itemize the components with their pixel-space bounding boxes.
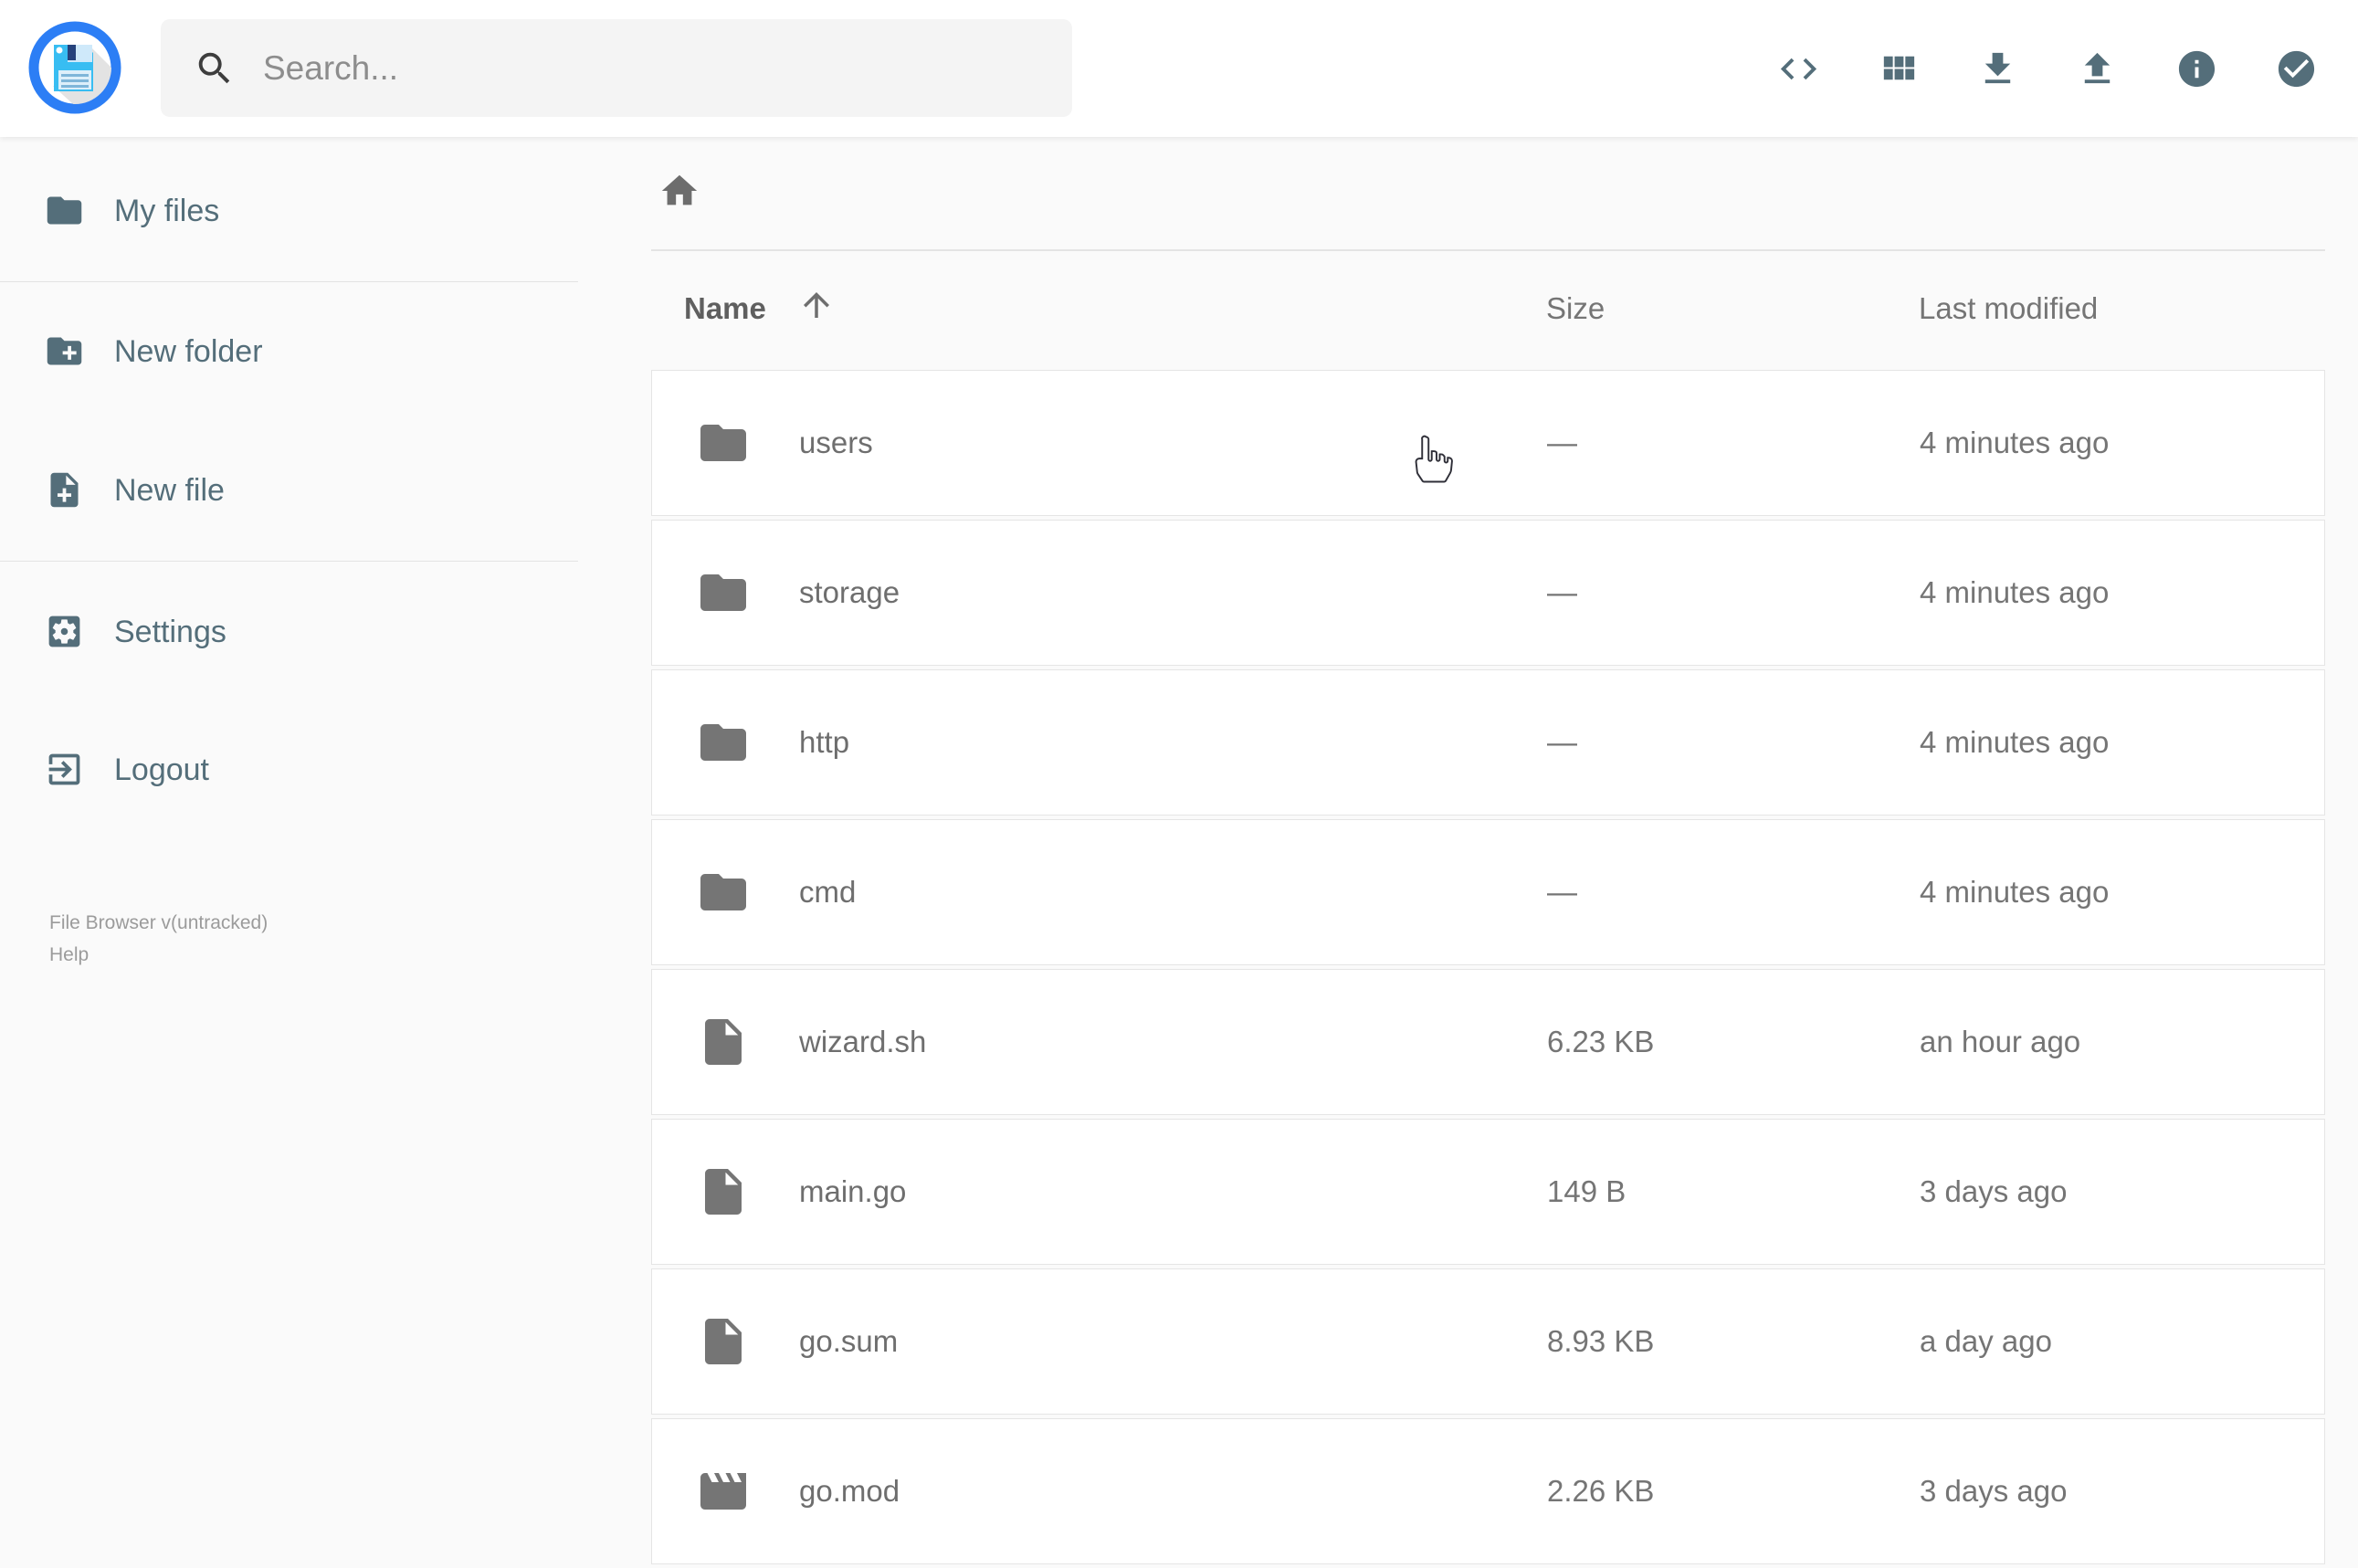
floppy-disk-logo[interactable] [27, 20, 122, 115]
column-header-size[interactable]: Size [1546, 291, 1605, 326]
file-modified: 4 minutes ago [1920, 875, 2110, 909]
movie-icon [696, 1464, 751, 1519]
search-icon [198, 52, 230, 83]
sidebar-item-settings[interactable]: Settings [0, 603, 578, 661]
file-browser-app: { "colors": { "accent_blue": "#2c7ef5", … [0, 0, 2358, 1564]
file-name: users [799, 426, 873, 459]
download-icon[interactable] [1976, 47, 2019, 90]
sidebar-item-label: My files [114, 194, 220, 228]
search-placeholder: Search... [263, 48, 399, 87]
column-header-name[interactable]: Name [684, 291, 766, 326]
folder-icon [47, 196, 82, 225]
file-name: go.mod [799, 1474, 900, 1508]
table-row-go.sum[interactable]: go.sum 8.93 KB a day ago [651, 1268, 2325, 1415]
table-row-storage[interactable]: storage — 4 minutes ago [651, 520, 2325, 666]
file-modified: 4 minutes ago [1920, 426, 2110, 459]
file-size: — [1547, 426, 1577, 459]
folder-icon [696, 715, 751, 770]
new-folder-icon [47, 337, 82, 365]
table-row-cmd[interactable]: cmd — 4 minutes ago [651, 819, 2325, 965]
file-modified: 4 minutes ago [1920, 575, 2110, 609]
table-row-main.go[interactable]: main.go 149 B 3 days ago [651, 1119, 2325, 1265]
file-icon [696, 1314, 751, 1369]
sidebar-item-my-files[interactable]: My files [0, 182, 578, 240]
sidebar-item-label: New folder [114, 334, 263, 369]
sidebar-divider [0, 281, 578, 282]
file-modified: 3 days ago [1920, 1474, 2068, 1508]
sidebar-item-label: New file [114, 473, 225, 508]
table-row-wizard.sh[interactable]: wizard.sh 6.23 KB an hour ago [651, 969, 2325, 1115]
folder-icon [696, 865, 751, 920]
file-name: cmd [799, 875, 857, 909]
sidebar-item-logout[interactable]: Logout [0, 741, 578, 799]
file-size: 6.23 KB [1547, 1025, 1655, 1058]
table-row-http[interactable]: http — 4 minutes ago [651, 669, 2325, 816]
file-modified: 3 days ago [1920, 1174, 2068, 1208]
file-size: 2.26 KB [1547, 1474, 1655, 1508]
file-size: — [1547, 875, 1577, 909]
table-row-go.mod[interactable]: go.mod 2.26 KB 3 days ago [651, 1418, 2325, 1564]
file-size: — [1547, 575, 1577, 609]
code-icon[interactable] [1777, 47, 1820, 90]
folder-icon [696, 416, 751, 470]
check-circle-icon[interactable] [2275, 47, 2318, 90]
upload-icon[interactable] [2076, 47, 2119, 90]
folder-icon [696, 565, 751, 620]
file-icon [696, 1164, 751, 1219]
home-icon[interactable] [658, 170, 700, 212]
file-icon [696, 1015, 751, 1069]
grid-view-icon[interactable] [1877, 47, 1920, 90]
new-file-icon [50, 472, 79, 508]
sort-ascending-icon[interactable] [797, 286, 836, 324]
file-name: http [799, 725, 850, 759]
file-name: go.sum [799, 1324, 899, 1358]
file-modified: 4 minutes ago [1920, 725, 2110, 759]
search-input[interactable]: Search... [161, 19, 1072, 117]
sidebar-item-new-folder[interactable]: New folder [0, 322, 578, 381]
file-name: main.go [799, 1174, 907, 1208]
file-size: — [1547, 725, 1577, 759]
logout-icon [48, 753, 80, 785]
file-name: storage [799, 575, 900, 609]
sidebar-item-new-file[interactable]: New file [0, 461, 578, 520]
sidebar-item-label: Settings [114, 615, 226, 649]
toolbar-actions [1777, 0, 2318, 137]
file-size: 149 B [1547, 1174, 1626, 1208]
table-header: Name Size Last modified [651, 249, 2325, 370]
file-modified: an hour ago [1920, 1025, 2081, 1058]
sidebar-footer: File Browser v(untracked) Help [49, 907, 268, 971]
sidebar: My files New folder New file Settings Lo… [0, 137, 578, 1516]
column-header-modified[interactable]: Last modified [1919, 291, 2098, 326]
table-row-users[interactable]: users — 4 minutes ago [651, 370, 2325, 516]
settings-icon [48, 616, 80, 647]
file-size: 8.93 KB [1547, 1324, 1655, 1358]
file-listing-area: Name Size Last modified users — 4 minute… [651, 137, 2325, 1564]
help-link[interactable]: Help [49, 939, 268, 971]
top-bar: Search... [0, 0, 2358, 137]
app-version: File Browser v(untracked) [49, 912, 268, 933]
file-modified: a day ago [1920, 1324, 2052, 1358]
info-icon[interactable] [2175, 47, 2218, 90]
sidebar-divider [0, 561, 578, 562]
sidebar-item-label: Logout [114, 752, 209, 787]
file-list: users — 4 minutes ago storage — 4 minute… [651, 370, 2325, 1568]
file-name: wizard.sh [799, 1025, 927, 1058]
